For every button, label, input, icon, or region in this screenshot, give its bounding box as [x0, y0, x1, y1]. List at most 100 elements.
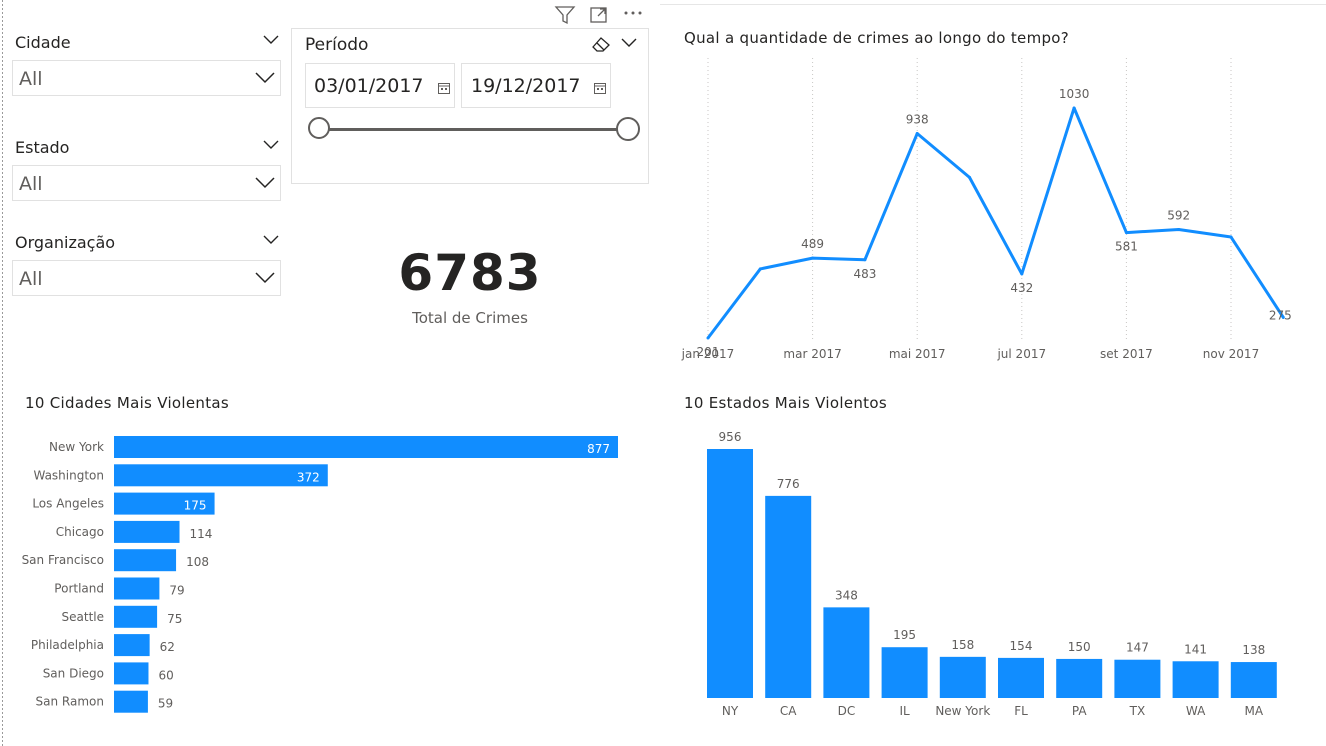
total-crimes-value: 6783 — [398, 244, 542, 302]
data-label: 489 — [801, 237, 824, 251]
data-label: 114 — [190, 527, 213, 541]
data-point — [863, 258, 867, 262]
data-label: 150 — [1068, 640, 1091, 654]
start-date-value: 03/01/2017 — [314, 75, 424, 97]
bar — [114, 464, 328, 487]
data-label: 154 — [1010, 639, 1033, 653]
chevron-down-icon — [255, 272, 275, 284]
data-label: 1030 — [1059, 87, 1090, 101]
bar — [114, 634, 150, 657]
eraser-icon[interactable] — [590, 35, 612, 53]
chevron-down-icon[interactable] — [263, 140, 279, 150]
total-crimes-label: Total de Crimes — [412, 309, 528, 327]
data-label: 175 — [184, 499, 207, 513]
period-slicer: Período 03/01/2017 19/12/2017 — [291, 28, 649, 184]
period-title: Período — [305, 35, 369, 55]
bar — [939, 656, 986, 698]
category-label: San Diego — [43, 666, 104, 680]
data-point — [1124, 231, 1128, 235]
data-point — [1229, 235, 1233, 239]
category-label: FL — [1014, 704, 1028, 718]
cities-chart-title: 10 Cidades Mais Violentas — [25, 394, 229, 412]
chevron-down-icon[interactable] — [263, 235, 279, 245]
category-label: Washington — [33, 468, 104, 482]
organizacao-dropdown[interactable]: All — [12, 260, 281, 296]
data-label: 592 — [1167, 209, 1190, 223]
crimes-over-time-line-chart: jan 2017 mar 2017 mai 2017 jul 2017 set 2017… — [681, 58, 1292, 361]
line-chart-title: Qual a quantidade de crimes ao longo do … — [684, 29, 1070, 47]
x-tick-label: jul 2017 — [996, 347, 1046, 361]
category-label: Philadelphia — [31, 638, 104, 652]
focus-mode-icon[interactable] — [589, 5, 609, 25]
category-label: DC — [838, 704, 856, 718]
data-point — [1177, 228, 1181, 232]
x-tick-label: mar 2017 — [783, 347, 841, 361]
filter-icon[interactable] — [554, 5, 576, 25]
data-label: 938 — [906, 113, 929, 127]
data-label: 108 — [186, 555, 209, 569]
bar — [114, 577, 160, 600]
data-label: 75 — [167, 612, 182, 626]
bar — [114, 549, 177, 572]
category-label: New York — [935, 704, 990, 718]
data-label: 956 — [719, 430, 742, 444]
data-label: 581 — [1115, 240, 1138, 254]
bar — [114, 662, 149, 685]
cidade-dropdown-value: All — [19, 68, 43, 90]
data-label: 138 — [1242, 643, 1265, 657]
end-date-value: 19/12/2017 — [471, 75, 581, 97]
data-label: 432 — [1010, 281, 1033, 295]
states-chart-title: 10 Estados Mais Violentos — [684, 394, 887, 412]
series-line — [706, 106, 1285, 339]
slicer-title-organizacao: Organização — [15, 233, 116, 252]
data-label: 62 — [160, 640, 175, 654]
category-label: Chicago — [56, 525, 104, 539]
top-cities-bar-chart: New York 877 Washington 372 Los Angeles 175 Ch… — [22, 436, 618, 713]
start-date-input[interactable]: 03/01/2017 — [305, 63, 455, 108]
calendar-icon[interactable] — [594, 82, 606, 94]
category-label: San Ramon — [36, 695, 104, 709]
calendar-icon[interactable] — [438, 82, 450, 94]
category-label: TX — [1129, 704, 1146, 718]
range-slider-end-handle[interactable] — [616, 117, 640, 141]
estado-dropdown[interactable]: All — [12, 165, 281, 201]
bar — [998, 657, 1044, 698]
category-label: San Francisco — [22, 553, 104, 567]
bar — [765, 495, 812, 698]
bar — [114, 436, 618, 458]
x-tick-label: mai 2017 — [889, 347, 946, 361]
bar — [114, 520, 180, 543]
data-label: 201 — [697, 345, 720, 359]
category-label: WA — [1186, 704, 1206, 718]
range-slider-start-handle[interactable] — [308, 117, 330, 139]
more-options-icon[interactable] — [622, 5, 644, 21]
data-label: 372 — [297, 470, 320, 484]
chevron-down-icon[interactable] — [263, 35, 279, 45]
data-label: 141 — [1184, 642, 1207, 656]
x-tick-label: nov 2017 — [1203, 347, 1259, 361]
bar — [114, 605, 158, 628]
category-label: NY — [722, 704, 739, 718]
data-label: 59 — [158, 697, 173, 711]
category-label: MA — [1245, 704, 1264, 718]
top-states-bar-chart: 956 NY 776 CA 348 DC 195 IL 158 New York 154 FL 150 P… — [707, 430, 1277, 718]
data-point — [1020, 272, 1024, 276]
chevron-down-icon — [255, 177, 275, 189]
category-label: IL — [899, 704, 910, 718]
bar — [1230, 662, 1277, 698]
category-label: Seattle — [62, 610, 104, 624]
data-point — [968, 175, 971, 179]
cidade-dropdown[interactable]: All — [12, 60, 281, 96]
data-point — [758, 267, 762, 271]
data-label: 158 — [951, 638, 974, 652]
chevron-down-icon[interactable] — [621, 38, 637, 48]
x-tick-label: set 2017 — [1100, 347, 1153, 361]
data-point — [915, 132, 919, 136]
bar — [881, 647, 928, 698]
bar — [1172, 661, 1219, 698]
slicer-title-estado: Estado — [15, 138, 70, 157]
range-slider-track[interactable] — [320, 128, 628, 131]
end-date-input[interactable]: 19/12/2017 — [461, 63, 611, 108]
slicer-title-cidade: Cidade — [15, 33, 71, 52]
organizacao-dropdown-value: All — [19, 268, 43, 290]
